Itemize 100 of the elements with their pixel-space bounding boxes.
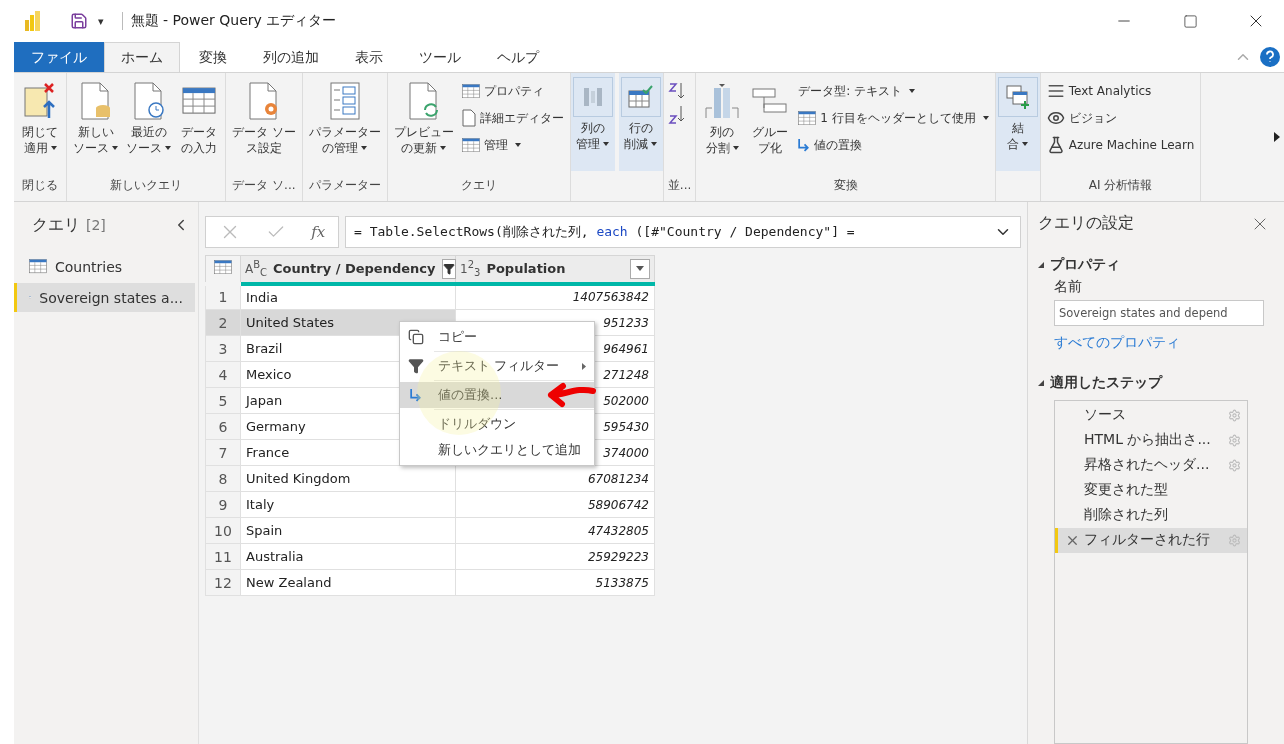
row-number: 8 (205, 465, 241, 492)
ribbon-tab[interactable]: 変換 (182, 42, 244, 72)
field-label: 名前 (1054, 277, 1083, 296)
ribbon-button[interactable]: グルー プ化 (748, 77, 793, 175)
ribbon-tab[interactable]: 表示 (338, 42, 400, 72)
column-header[interactable]: 1$^{2}$$_{3}$ Population (455, 255, 655, 284)
replace-arrow-icon (798, 138, 811, 152)
filter-icon[interactable] (442, 262, 455, 275)
function-label[interactable]: fx (311, 223, 326, 241)
submenu-arrow-icon (582, 362, 586, 370)
ribbon-group-label: AI 分析情報 (1087, 177, 1154, 194)
table-cell: 47432805 (455, 517, 655, 544)
copy-icon (408, 329, 424, 345)
ribbon-group-label: データ ソ... (231, 177, 297, 194)
ribbon-button[interactable]: データ ソー ス設定 (230, 77, 298, 175)
table-menu-header[interactable] (205, 255, 241, 284)
ribbon-button[interactable]: 1 行目をヘッダーとして使用 (796, 106, 991, 130)
row-number: 10 (205, 517, 241, 544)
replace-arrow-icon (410, 388, 422, 402)
help-icon[interactable] (1260, 47, 1280, 67)
ribbon-button[interactable]: 列の 分割 (700, 77, 745, 175)
ribbon-button[interactable]: 閉じて 適用 (18, 77, 62, 175)
ribbon-group-label: クエリ (459, 177, 498, 194)
ribbon-button[interactable]: ビジョン (1044, 106, 1197, 130)
lines-icon (1046, 82, 1065, 100)
arrow-drawing (548, 383, 596, 407)
row-number: 6 (205, 413, 241, 440)
caret-icon (651, 142, 658, 147)
ribbon-button[interactable]: 新しい ソース (71, 77, 120, 175)
parameters-icon (329, 82, 360, 120)
eye-icon (1046, 109, 1065, 127)
app-logo (24, 10, 42, 32)
applied-step[interactable]: HTML から抽出さ... (1055, 427, 1247, 453)
applied-step[interactable]: フィルターされた行 (1055, 527, 1247, 553)
caret-icon (440, 146, 447, 151)
ribbon-button[interactable]: プロパティ (459, 79, 566, 103)
table-cell: New Zealand (240, 569, 456, 596)
row-number: 2 (205, 309, 241, 336)
sort-descending-button[interactable] (667, 104, 686, 124)
ribbon-button[interactable]: プレビュー の更新 (391, 77, 456, 175)
ribbon-tab[interactable]: 列の追加 (246, 42, 336, 72)
row-number: 9 (205, 491, 241, 518)
table-cell: 58906742 (455, 491, 655, 518)
properties-icon (461, 83, 480, 99)
ribbon-button[interactable]: 値の置換 (796, 133, 991, 157)
name-field[interactable]: Sovereign states and depend (1054, 299, 1264, 326)
column-name: Country / Dependency (273, 261, 436, 277)
sort-ascending-button[interactable] (667, 81, 686, 101)
section-heading: 適用したステップ (1050, 373, 1162, 392)
applied-step[interactable]: 削除された列 (1055, 502, 1247, 528)
ribbon-group-label: 並... (667, 177, 692, 194)
ribbon-button[interactable]: 列の 管理 (570, 73, 615, 171)
formula-field[interactable]: = Table.SelectRows(削除された列, each ([#"Country / Dependency"] = (345, 216, 1021, 248)
caret-icon (909, 89, 916, 93)
ribbon-button[interactable]: 行の 削減 (618, 73, 663, 171)
caret-icon (361, 146, 368, 151)
query-item[interactable]: Sovereign states a... (14, 283, 195, 312)
collapse-triangle-icon[interactable] (1038, 379, 1044, 386)
document-refresh-icon (406, 82, 441, 120)
applied-step[interactable]: 昇格されたヘッダ... (1055, 452, 1247, 478)
filter-button[interactable] (441, 258, 456, 279)
ribbon-tab[interactable]: ヘルプ (480, 42, 556, 72)
all-properties-link[interactable]: すべてのプロパティ (1054, 333, 1270, 352)
applied-step[interactable]: ソース (1055, 402, 1247, 428)
table-cell: Australia (240, 543, 456, 570)
ribbon-button[interactable]: データ型: テキスト (796, 79, 991, 103)
table-cell: 67081234 (455, 465, 655, 492)
row-number: 4 (205, 361, 241, 388)
caret-icon (1022, 142, 1029, 147)
column-header[interactable]: A$^{B}$$_{C}$ Country / Dependency (240, 255, 456, 284)
ribbon-button[interactable]: パラメーター の管理 (306, 77, 383, 175)
window-title: 無題 - Power Query エディター (121, 12, 337, 30)
ribbon-button[interactable]: Azure Machine Learn (1044, 133, 1197, 157)
customize-toolbar-glyph[interactable]: ▾ (98, 14, 104, 28)
ribbon-button[interactable]: 最近の ソース (124, 77, 173, 175)
sort-descending-icon (667, 104, 686, 124)
document-database-icon (78, 82, 113, 120)
collapse-triangle-icon[interactable] (1038, 261, 1044, 268)
save-button[interactable] (70, 12, 88, 30)
caret-icon (112, 146, 118, 151)
ribbon-button[interactable]: Text Analytics (1044, 79, 1197, 103)
ribbon-button[interactable]: 管理 (459, 133, 566, 157)
caret-icon (514, 143, 521, 147)
ribbon-button[interactable]: 詳細エディター (459, 106, 566, 130)
maximize-icon[interactable] (1182, 13, 1198, 29)
row-number: 12 (205, 569, 241, 596)
dropdown-button[interactable] (630, 258, 650, 279)
applied-step[interactable]: 変更された型 (1055, 477, 1247, 503)
query-item[interactable]: Countries (14, 252, 195, 281)
ribbon-button[interactable]: データ の入力 (177, 77, 221, 175)
ribbon-tab[interactable]: ツール (402, 42, 478, 72)
file-tab[interactable]: ファイル (14, 42, 104, 72)
menu-item[interactable]: 値の置換... (400, 382, 594, 408)
ribbon-button[interactable]: 結 合 (995, 73, 1040, 171)
caret-icon[interactable] (636, 266, 644, 272)
row-number: 11 (205, 543, 241, 570)
row-number: 7 (205, 439, 241, 466)
ribbon-tab[interactable]: ホーム (104, 42, 180, 72)
ribbon-group-label: 変換 (832, 177, 859, 194)
pane-title: クエリ (32, 214, 80, 236)
